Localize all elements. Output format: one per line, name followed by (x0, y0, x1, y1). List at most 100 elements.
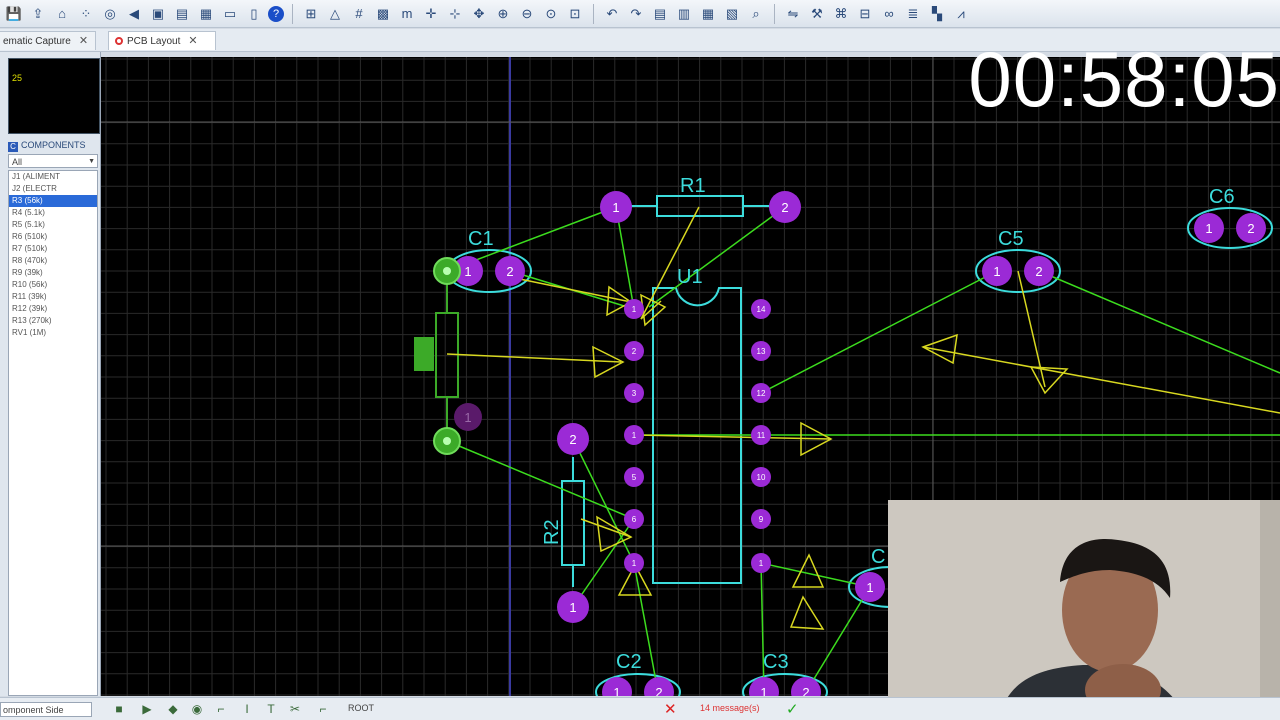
home-icon[interactable]: ⌂ (52, 4, 72, 24)
back-icon[interactable]: ◀ (124, 4, 144, 24)
binoculars-icon[interactable]: ∞ (879, 4, 899, 24)
component-list-item[interactable]: R8 (470k) (9, 255, 97, 267)
pad-number: 14 (757, 305, 766, 314)
block-rotate-icon[interactable]: ▦ (698, 4, 718, 24)
component-list-item[interactable]: R7 (510k) (9, 243, 97, 255)
pad-number: 1 (613, 685, 620, 696)
component-list-item[interactable]: R10 (56k) (9, 279, 97, 291)
tab-pcb-layout[interactable]: PCB Layout ✕ (108, 31, 216, 50)
layers-icon[interactable]: ▩ (373, 4, 393, 24)
component-list[interactable]: J1 (ALIMENT J2 (ELECTR R3 (56k) R4 (5.1k) R5… (8, 170, 98, 696)
library-icon[interactable]: ⊞ (301, 4, 321, 24)
components-icon[interactable]: ▣ (148, 4, 168, 24)
graph-icon[interactable]: ⩘ (951, 4, 971, 24)
redo-icon[interactable]: ↷ (626, 4, 646, 24)
pad-number: 1 (759, 559, 764, 568)
pad-number: 1 (569, 600, 576, 615)
zoom-out-icon[interactable]: ⊖ (517, 4, 537, 24)
drc-icon[interactable]: △ (325, 4, 345, 24)
toolbar-separator (593, 3, 594, 24)
autoroute-icon[interactable]: ⌘ (831, 4, 851, 24)
pan-icon[interactable]: ✥ (469, 4, 489, 24)
help-icon[interactable]: ? (268, 5, 284, 22)
bom-icon[interactable]: ▦ (196, 4, 216, 24)
tab-schematic-capture[interactable]: ematic Capture ✕ (0, 31, 96, 50)
component-list-item[interactable]: R11 (39k) (9, 291, 97, 303)
message-count[interactable]: 14 message(s) (700, 703, 760, 713)
layer-icon[interactable]: ■ (112, 702, 126, 716)
error-icon[interactable]: ✕ (664, 700, 677, 718)
zoom-in-icon[interactable]: ⊕ (493, 4, 513, 24)
components-header: C COMPONENTS (8, 138, 100, 152)
filter-value: All (12, 157, 23, 167)
pad-number: 1 (632, 559, 637, 568)
pad-number: 1 (760, 685, 767, 696)
color-icon[interactable]: ▚ (927, 4, 947, 24)
pad-number: 1 (464, 410, 471, 425)
origin-icon[interactable]: ⊹ (445, 4, 465, 24)
via-icon[interactable]: I (240, 702, 254, 716)
component-list-item[interactable]: R9 (39k) (9, 267, 97, 279)
component-list-item[interactable]: R6 (510k) (9, 231, 97, 243)
component-list-item[interactable]: R4 (5.1k) (9, 207, 97, 219)
zoom-area-icon[interactable]: ⊙ (541, 4, 561, 24)
toolbar-separator (774, 3, 775, 24)
route-icon[interactable]: ◆ (166, 702, 180, 716)
proteus-pcb-window: 💾 ⇪ ⌂ ⁘ ◎ ◀ ▣ ▤ ▦ ▭ ▯? ⊞ △ # ▩ m ✛ ⊹ ✥ ⊕ ⊖ ⊙ ⊡ ↶ ↷ ▤ ▥ ▦ ▧ ⌕ ⇋ ⚒ ⌘ ⊟ ∞ ≣ ▚ ⩘ … (0, 0, 1280, 720)
component-list-item[interactable]: R3 (56k) (9, 195, 97, 207)
play-icon[interactable]: ▶ (140, 702, 154, 716)
pad-number: 1 (632, 431, 637, 440)
tools-icon[interactable]: ⚒ (807, 4, 827, 24)
close-icon[interactable]: ✕ (79, 35, 88, 47)
label-r2: R2 (541, 519, 563, 545)
undo-icon[interactable]: ↶ (602, 4, 622, 24)
label-c6: C6 (1209, 186, 1235, 208)
block-delete-icon[interactable]: ▧ (722, 4, 742, 24)
grid-icon[interactable]: # (349, 4, 369, 24)
tools-icon[interactable]: ✂ (288, 702, 302, 716)
document-icon[interactable]: ▯ (244, 4, 264, 24)
mirror-icon[interactable]: ⇋ (783, 4, 803, 24)
component-list-item[interactable]: R5 (5.1k) (9, 219, 97, 231)
grid-dots-icon[interactable]: ⁘ (76, 4, 96, 24)
components-title: COMPONENTS (21, 140, 86, 150)
pad-number: 2 (655, 685, 662, 696)
pad-number: 1 (632, 305, 637, 314)
webcam-overlay (888, 500, 1280, 720)
export-icon[interactable]: ⇪ (28, 4, 48, 24)
design-rule-icon[interactable]: ⊟ (855, 4, 875, 24)
layer-select[interactable]: omponent Side (0, 702, 92, 717)
pad-number: 2 (1247, 221, 1254, 236)
close-icon[interactable]: ✕ (188, 35, 197, 47)
component-mode-icon[interactable]: C (8, 142, 18, 152)
ruler-icon[interactable]: ▭ (220, 4, 240, 24)
pad-number: 1 (612, 200, 619, 215)
trace-icon[interactable]: ⌐ (214, 702, 228, 716)
block-copy-icon[interactable]: ▤ (650, 4, 670, 24)
pages-icon[interactable]: ▤ (172, 4, 192, 24)
zoom-fit-icon[interactable]: ⊡ (565, 4, 585, 24)
pad-icon[interactable]: T (264, 702, 278, 716)
label-c2: C2 (616, 651, 642, 673)
component-list-item[interactable]: J2 (ELECTR (9, 183, 97, 195)
route-mode-icon[interactable]: ⌐ (316, 702, 330, 716)
component-list-item[interactable]: R13 (270k) (9, 315, 97, 327)
target-icon[interactable]: ◎ (100, 4, 120, 24)
layer-stack-icon[interactable]: ≣ (903, 4, 923, 24)
pad-number: 10 (757, 473, 766, 482)
crosshair-icon[interactable]: ✛ (421, 4, 441, 24)
save-icon[interactable]: 💾 (4, 4, 24, 24)
target-icon[interactable]: ◉ (190, 702, 204, 716)
check-icon[interactable]: ✓ (786, 700, 799, 718)
component-list-item[interactable]: J1 (ALIMENT (9, 171, 97, 183)
search-icon[interactable]: ⌕ (746, 4, 766, 24)
m-icon[interactable]: m (397, 4, 417, 24)
component-filter-select[interactable]: All ▼ (8, 154, 98, 168)
overview-window[interactable]: 25 (8, 58, 100, 134)
pad-number: 3 (632, 389, 637, 398)
component-list-item[interactable]: RV1 (1M) (9, 327, 97, 339)
pad-number: 2 (1035, 264, 1042, 279)
component-list-item[interactable]: R12 (39k) (9, 303, 97, 315)
block-move-icon[interactable]: ▥ (674, 4, 694, 24)
root-label: ROOT (348, 703, 374, 713)
